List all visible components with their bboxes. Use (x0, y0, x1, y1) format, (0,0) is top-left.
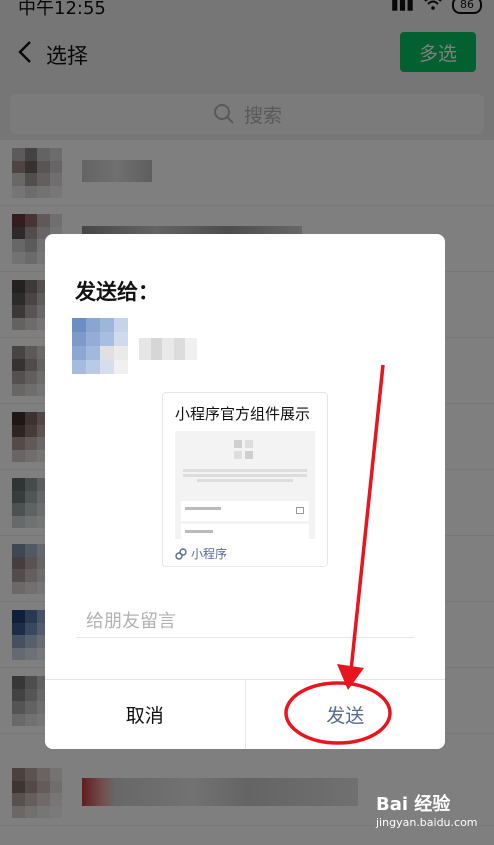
card-footer: 小程序 (175, 545, 227, 562)
dialog-title: 发送给： (75, 280, 159, 304)
recipient-name-redacted (139, 338, 197, 360)
watermark-url: jingyan.baidu.com (376, 816, 478, 829)
components-icon (234, 440, 253, 459)
send-button[interactable]: 发送 (245, 680, 445, 749)
preview-row (181, 501, 309, 521)
card-title: 小程序官方组件展示 (175, 405, 311, 423)
mini-program-icon (175, 547, 187, 560)
baidu-watermark: Bai 经验 jingyan.baidu.com (376, 790, 492, 840)
message-input[interactable] (76, 606, 414, 638)
card-preview-image (175, 431, 315, 539)
send-dialog: 发送给： 小程序官方组件展示 小程序 给朋友留言 取消 发送 (45, 234, 445, 749)
preview-text-lines (183, 467, 307, 484)
dialog-actions: 取消 发送 (45, 679, 445, 749)
preview-row (181, 524, 309, 539)
mini-program-card: 小程序官方组件展示 小程序 (162, 392, 328, 567)
card-footer-label: 小程序 (191, 547, 228, 561)
recipient-avatar (72, 318, 128, 374)
cancel-button[interactable]: 取消 (45, 680, 246, 749)
watermark-logo: Bai 经验 (376, 794, 451, 815)
